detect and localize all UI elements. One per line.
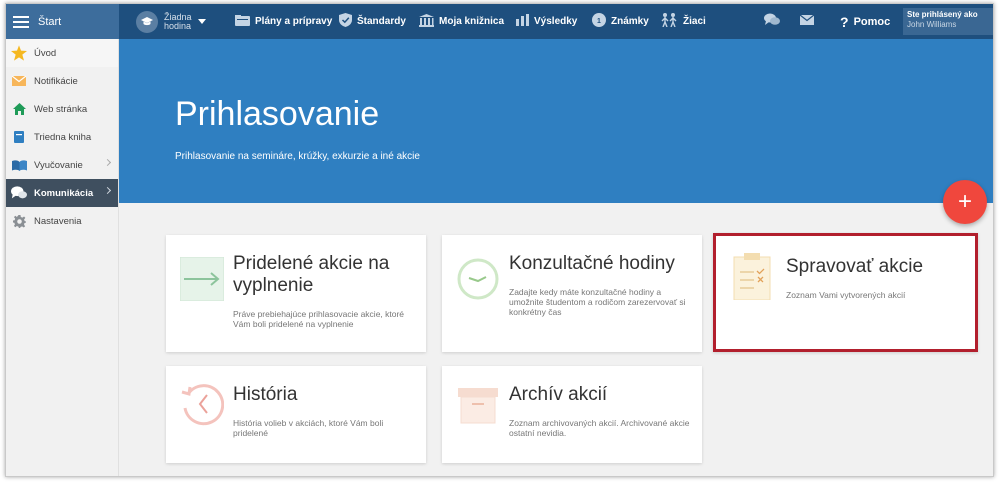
messages-button[interactable]: [764, 4, 780, 39]
clock-icon: [456, 257, 500, 301]
envelope-icon: [11, 73, 27, 89]
chat-icon: [11, 185, 27, 201]
sidebar-item-uvod[interactable]: Úvod: [6, 39, 118, 67]
library-label: Moja knižnica: [439, 16, 505, 27]
grade-badge-icon: 1: [592, 13, 606, 30]
sidebar-item-triedna-kniha[interactable]: Triedna kniha: [6, 123, 118, 151]
book-icon: [11, 129, 27, 145]
home-icon: [11, 101, 27, 117]
grades-label: Známky: [611, 16, 649, 27]
card-title: Konzultačné hodiny: [509, 253, 675, 274]
history-icon: [180, 382, 225, 426]
standards-label: Štandardy: [357, 16, 406, 27]
card-manage-events[interactable]: Spravovať akcie Zoznam Vami vytvorených …: [713, 233, 978, 352]
archive-box-icon: [456, 382, 500, 426]
card-description: Zadajte kedy máte konzultačné hodiny a u…: [509, 287, 686, 317]
card-title: Spravovať akcie: [786, 256, 924, 277]
sidebar-item-label: Komunikácia: [34, 187, 94, 199]
sidebar-item-label: Nastavenia: [34, 215, 82, 227]
sidebar-item-nastavenia[interactable]: Nastavenia: [6, 207, 118, 235]
card-description: Zoznam Vami vytvorených akcií: [786, 290, 906, 300]
arrow-right-icon: [179, 256, 225, 302]
user-info[interactable]: Ste prihlásený ako John Williams: [903, 8, 993, 35]
card-consultation-hours[interactable]: Konzultačné hodiny Zadajte kedy máte kon…: [442, 235, 702, 352]
envelope-icon: [799, 14, 815, 28]
help-button[interactable]: ? Pomoc: [840, 4, 890, 39]
card-assigned-events[interactable]: Pridelené akcie na vyplnenie Práve prebi…: [166, 235, 426, 352]
star-icon: [11, 45, 27, 61]
start-menu-button[interactable]: Štart: [6, 4, 119, 39]
user-name: John Williams: [907, 20, 957, 29]
sidebar-item-label: Notifikácie: [34, 75, 78, 87]
students-label: Žiaci: [683, 16, 706, 27]
page-subtitle: Prihlasovanie na semináre, krúžky, exkur…: [175, 151, 420, 162]
sidebar-item-notifikacie[interactable]: Notifikácie: [6, 67, 118, 95]
page-title: Prihlasovanie: [175, 95, 380, 133]
card-title: Pridelené akcie na vyplnenie: [233, 253, 390, 296]
card-events-archive[interactable]: Archív akcií Zoznam archivovaných akcií.…: [442, 366, 702, 463]
plans-label: Plány a prípravy: [255, 16, 333, 27]
gear-icon: [11, 213, 27, 229]
card-description: História volieb v akciách, ktoré Vám bol…: [233, 418, 384, 438]
svg-text:1: 1: [597, 18, 601, 25]
caret-down-icon: [198, 19, 206, 24]
results-menu[interactable]: Výsledky: [516, 4, 577, 39]
lesson-selector[interactable]: Žiadna hodina: [136, 4, 206, 39]
lesson-line2: hodina: [164, 20, 192, 31]
plans-menu[interactable]: Plány a prípravy: [235, 4, 332, 39]
user-label: Ste prihlásený ako: [907, 10, 978, 19]
graduation-cap-icon: [136, 10, 158, 33]
mail-button[interactable]: [799, 4, 815, 39]
card-title: História: [233, 384, 298, 405]
chevron-right-icon: [103, 158, 112, 167]
app-window: Štart Žiadna hodina Plány a prípravy Šta…: [5, 3, 994, 477]
open-book-icon: [11, 157, 27, 173]
help-label: Pomoc: [853, 15, 891, 28]
top-navigation-bar: Štart Žiadna hodina Plány a prípravy Šta…: [6, 4, 993, 39]
card-title: Archív akcií: [509, 384, 608, 405]
sidebar-item-label: Web stránka: [34, 103, 88, 115]
shield-icon: [339, 13, 352, 30]
standards-menu[interactable]: Štandardy: [339, 4, 406, 39]
clipboard-icon: [730, 252, 774, 301]
library-icon: [419, 13, 434, 30]
add-button[interactable]: +: [943, 180, 987, 224]
sidebar-item-komunikacia[interactable]: Komunikácia: [6, 179, 118, 207]
sidebar: Úvod Notifikácie Web stránka Triedna kni…: [6, 39, 119, 476]
question-mark-icon: ?: [840, 13, 849, 30]
card-description: Práve prebiehajúce prihlasovacie akcie, …: [233, 309, 405, 329]
sidebar-item-web-stranka[interactable]: Web stránka: [6, 95, 118, 123]
bar-chart-icon: [516, 14, 529, 29]
card-description: Zoznam archivovaných akcií. Archivované …: [509, 418, 690, 438]
sidebar-item-label: Úvod: [34, 47, 57, 59]
results-label: Výsledky: [534, 16, 578, 27]
page-header: Prihlasovanie Prihlasovanie na semináre,…: [119, 39, 993, 203]
chevron-right-icon: [103, 186, 112, 195]
sidebar-item-label: Vyučovanie: [34, 159, 83, 171]
start-label: Štart: [38, 15, 62, 28]
sidebar-item-vyucovanie[interactable]: Vyučovanie: [6, 151, 118, 179]
students-icon: [660, 13, 678, 30]
library-menu[interactable]: Moja knižnica: [419, 4, 504, 39]
folder-icon: [235, 14, 250, 29]
sidebar-item-label: Triedna kniha: [34, 131, 92, 143]
grades-menu[interactable]: 1 Známky: [592, 4, 649, 39]
students-menu[interactable]: Žiaci: [660, 4, 706, 39]
card-history[interactable]: História História volieb v akciách, ktor…: [166, 366, 426, 463]
hamburger-icon: [13, 15, 29, 28]
chat-bubbles-icon: [764, 13, 780, 30]
